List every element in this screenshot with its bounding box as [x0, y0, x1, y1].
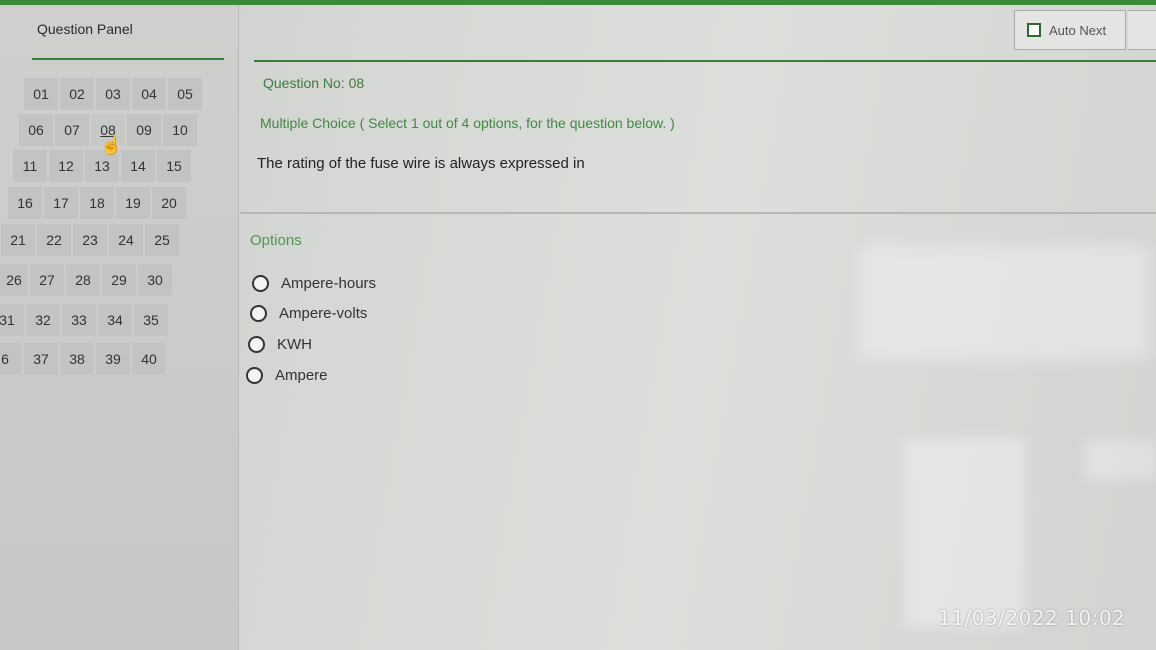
- option-1[interactable]: Ampere-hours: [252, 275, 376, 292]
- question-button[interactable]: 28: [66, 264, 100, 296]
- question-button[interactable]: 38: [60, 343, 94, 375]
- checkbox-icon[interactable]: [1027, 23, 1041, 37]
- question-button[interactable]: 35: [134, 304, 168, 336]
- panel-title: Question Panel: [37, 21, 133, 37]
- question-button[interactable]: 17: [44, 187, 78, 219]
- question-button[interactable]: 26: [0, 264, 28, 296]
- question-button[interactable]: 15: [157, 150, 191, 182]
- radio-button[interactable]: [250, 305, 267, 322]
- question-button[interactable]: 02: [60, 78, 94, 110]
- question-type: Multiple Choice ( Select 1 out of 4 opti…: [260, 115, 675, 131]
- question-button[interactable]: 32: [26, 304, 60, 336]
- question-button[interactable]: 11: [13, 150, 47, 182]
- question-button[interactable]: 25: [145, 224, 179, 256]
- question-button[interactable]: 04: [132, 78, 166, 110]
- header-divider: [254, 60, 1156, 62]
- question-button[interactable]: 22: [37, 224, 71, 256]
- option-label: KWH: [277, 336, 312, 353]
- radio-button[interactable]: [246, 367, 263, 384]
- auto-next-label: Auto Next: [1049, 22, 1107, 38]
- question-button[interactable]: 06: [19, 114, 53, 146]
- question-row: 31 32 33 34 35: [0, 304, 168, 336]
- option-label: Ampere: [275, 367, 328, 384]
- question-row: 16 17 18 19 20: [8, 187, 186, 219]
- radio-button[interactable]: [248, 336, 265, 353]
- screen-glare: [1085, 440, 1156, 480]
- question-button[interactable]: 27: [30, 264, 64, 296]
- question-row: 21 22 23 24 25: [1, 224, 179, 256]
- options-heading: Options: [250, 232, 302, 249]
- question-button[interactable]: 19: [116, 187, 150, 219]
- question-button[interactable]: 30: [138, 264, 172, 296]
- photo-timestamp: 11/03/2022 10:02: [938, 606, 1126, 630]
- question-number: Question No: 08: [263, 75, 365, 91]
- question-button[interactable]: 40: [132, 343, 166, 375]
- option-2[interactable]: Ampere-volts: [250, 305, 367, 322]
- auto-next-toggle[interactable]: Auto Next: [1014, 10, 1126, 50]
- option-4[interactable]: Ampere: [246, 367, 328, 384]
- screen-glare: [905, 438, 1025, 628]
- option-3[interactable]: KWH: [248, 336, 312, 353]
- question-button[interactable]: 37: [24, 343, 58, 375]
- question-button[interactable]: 34: [98, 304, 132, 336]
- question-button[interactable]: 33: [62, 304, 96, 336]
- radio-button[interactable]: [252, 275, 269, 292]
- section-divider: [240, 212, 1156, 214]
- next-button[interactable]: [1128, 10, 1156, 50]
- option-label: Ampere-volts: [279, 305, 368, 322]
- question-button[interactable]: 20: [152, 187, 186, 219]
- question-row: 01 02 03 04 05: [24, 78, 202, 110]
- question-button[interactable]: 31: [0, 304, 24, 336]
- question-button[interactable]: 23: [73, 224, 107, 256]
- question-button[interactable]: 39: [96, 343, 130, 375]
- question-button[interactable]: 14: [121, 150, 155, 182]
- question-button[interactable]: 21: [1, 224, 35, 256]
- question-button[interactable]: 07: [55, 114, 89, 146]
- question-button[interactable]: 18: [80, 187, 114, 219]
- question-button[interactable]: 16: [8, 187, 42, 219]
- question-text: The rating of the fuse wire is always ex…: [257, 155, 585, 172]
- question-button[interactable]: 12: [49, 150, 83, 182]
- option-label: Ampere-hours: [281, 275, 377, 292]
- hand-pointer-icon: ☝: [100, 135, 123, 155]
- question-button[interactable]: 24: [109, 224, 143, 256]
- question-button[interactable]: 01: [24, 78, 58, 110]
- screen-glare: [860, 245, 1150, 360]
- question-row: 6 37 38 39 40: [0, 343, 166, 375]
- panel-divider: [32, 58, 224, 60]
- question-button[interactable]: 03: [96, 78, 130, 110]
- question-button[interactable]: 05: [168, 78, 202, 110]
- question-button[interactable]: 6: [0, 343, 22, 375]
- question-button[interactable]: 10: [163, 114, 197, 146]
- question-button[interactable]: 09: [127, 114, 161, 146]
- question-button[interactable]: 29: [102, 264, 136, 296]
- question-row: 26 27 28 29 30: [0, 264, 172, 296]
